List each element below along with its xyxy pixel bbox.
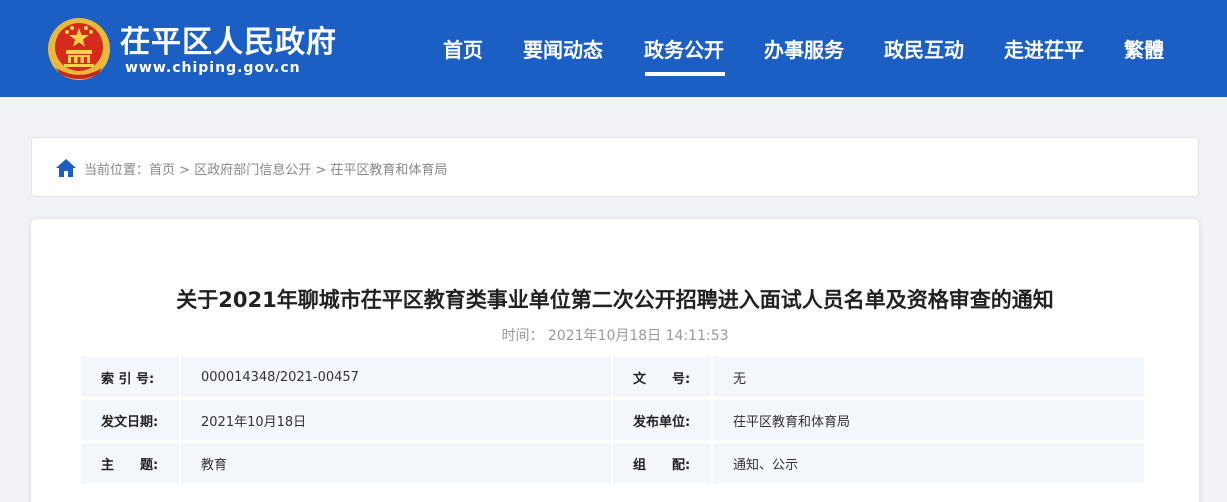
- nav-government-affairs[interactable]: 政务公开: [644, 34, 724, 62]
- article-title: 关于2021年聊城市茌平区教育类事业单位第二次公开招聘进入面试人员名单及资格审查…: [176, 288, 1054, 312]
- nav-news[interactable]: 要闻动态: [523, 34, 603, 62]
- nav-traditional-chinese[interactable]: 繁體: [1124, 34, 1164, 62]
- site-title[interactable]: 茌平区人民政府: [120, 17, 337, 61]
- breadcrumb-item-dept-info[interactable]: 区政府部门信息公开: [194, 163, 311, 178]
- nav-services[interactable]: 办事服务: [764, 34, 844, 62]
- nav-home[interactable]: 首页: [443, 34, 483, 62]
- site-url: www.chiping.gov.cn: [125, 60, 301, 76]
- category-value: 通知、公示: [711, 443, 1144, 483]
- table-row: 索 引 号: 000014348/2021-00457 文 号: 无: [81, 357, 1144, 397]
- publisher-label: 发布单位:: [611, 400, 711, 440]
- topic-label: 主 题:: [81, 443, 179, 483]
- breadcrumb-separator: >: [175, 163, 195, 178]
- home-icon: [56, 159, 76, 177]
- breadcrumb-item-education-bureau[interactable]: 茌平区教育和体育局: [330, 163, 447, 178]
- article-time: 时间： 2021年10月18日 14:11:53: [31, 325, 1199, 345]
- active-nav-indicator: [645, 72, 725, 76]
- breadcrumb-prefix: 当前位置：: [84, 163, 150, 178]
- table-row: 发文日期: 2021年10月18日 发布单位: 茌平区教育和体育局: [81, 400, 1144, 440]
- article-meta-table: 索 引 号: 000014348/2021-00457 文 号: 无 发文日期:…: [81, 354, 1144, 486]
- index-value: 000014348/2021-00457: [179, 357, 611, 397]
- national-emblem-icon: [48, 18, 110, 80]
- date-value: 2021年10月18日: [179, 400, 611, 440]
- article-time-value: 2021年10月18日 14:11:53: [547, 328, 729, 344]
- breadcrumb-item-home[interactable]: 首页: [149, 163, 175, 178]
- site-header: 茌平区人民政府 www.chiping.gov.cn 首页 要闻动态 政务公开 …: [0, 0, 1227, 97]
- date-label: 发文日期:: [81, 400, 179, 440]
- nav-about-chiping[interactable]: 走进茌平: [1004, 34, 1084, 62]
- category-label: 组 配:: [611, 443, 711, 483]
- topic-value: 教育: [179, 443, 611, 483]
- breadcrumb: 当前位置：首页 > 区政府部门信息公开 > 茌平区教育和体育局: [31, 137, 1199, 197]
- index-label: 索 引 号:: [81, 357, 179, 397]
- nav-interaction[interactable]: 政民互动: [884, 34, 964, 62]
- article-panel: 关于2021年聊城市茌平区教育类事业单位第二次公开招聘进入面试人员名单及资格审查…: [31, 219, 1199, 502]
- table-row: 主 题: 教育 组 配: 通知、公示: [81, 443, 1144, 483]
- doc-no-label: 文 号:: [611, 357, 711, 397]
- article-time-label: 时间：: [501, 328, 544, 344]
- breadcrumb-trail: 当前位置：首页 > 区政府部门信息公开 > 茌平区教育和体育局: [84, 159, 447, 178]
- doc-no-value: 无: [711, 357, 1144, 397]
- breadcrumb-separator: >: [311, 163, 331, 178]
- publisher-value: 茌平区教育和体育局: [711, 400, 1144, 440]
